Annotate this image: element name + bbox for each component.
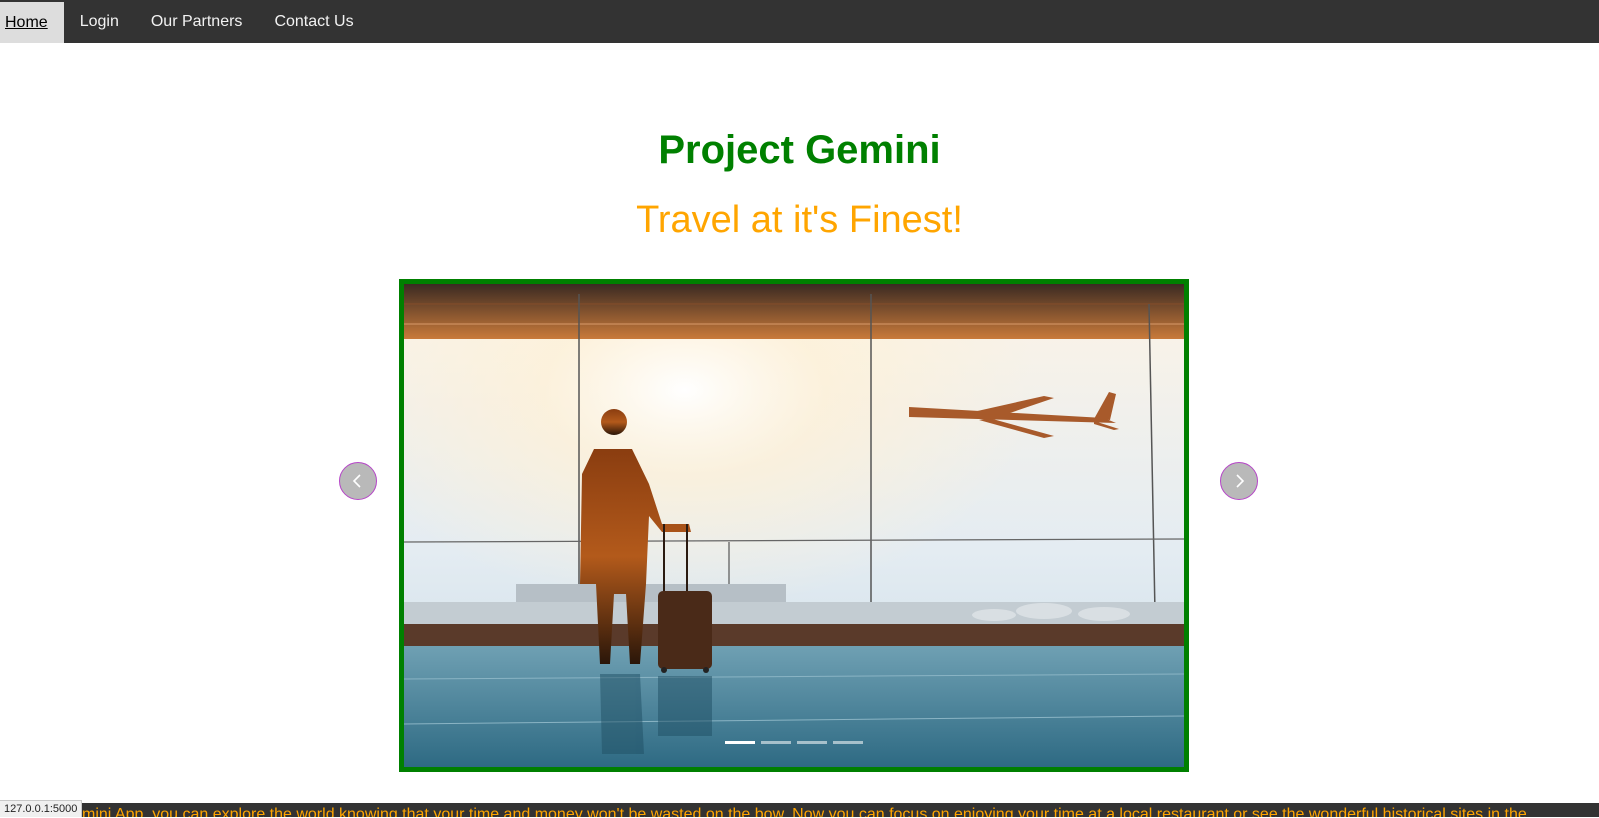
slide-indicator-2[interactable] — [761, 741, 791, 744]
slideshow-prev-button[interactable] — [339, 462, 377, 500]
slide-image — [404, 284, 1184, 767]
image-slideshow — [399, 279, 1189, 772]
nav-home-link[interactable]: Home — [0, 2, 64, 43]
nav-login-link[interactable]: Login — [64, 0, 135, 43]
slideshow-next-button[interactable] — [1220, 462, 1258, 500]
page-title: Project Gemini — [658, 128, 941, 172]
chevron-left-icon — [352, 474, 361, 488]
slide-indicator-1[interactable] — [725, 741, 755, 744]
scrolling-marquee: mini App, you can explore the world know… — [0, 803, 1599, 817]
page-subtitle: Travel at it's Finest! — [636, 199, 963, 241]
slide-indicator-3[interactable] — [797, 741, 827, 744]
marquee-text: mini App, you can explore the world know… — [82, 806, 1527, 817]
slideshow-indicators — [404, 741, 1184, 744]
top-navbar: Home Login Our Partners Contact Us — [0, 0, 1599, 43]
nav-partners-link[interactable]: Our Partners — [135, 0, 259, 43]
status-bar-url: 127.0.0.1:5000 — [0, 800, 83, 817]
nav-contact-link[interactable]: Contact Us — [258, 0, 369, 43]
chevron-right-icon — [1236, 474, 1245, 488]
slide-indicator-4[interactable] — [833, 741, 863, 744]
